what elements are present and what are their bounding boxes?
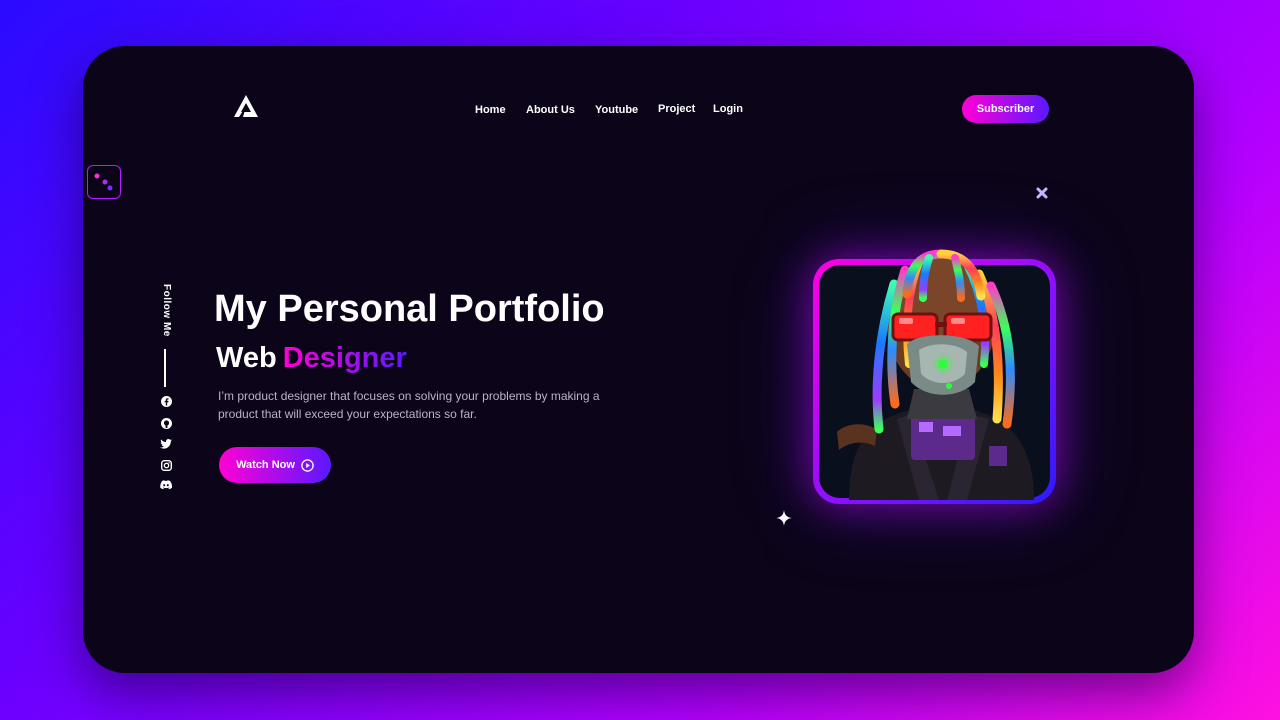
facebook-icon[interactable] <box>160 395 172 407</box>
nav-login[interactable]: Login <box>713 103 743 115</box>
filter-menu-button[interactable] <box>87 165 121 199</box>
close-x-icon <box>1036 187 1048 199</box>
watch-now-label: Watch Now <box>236 459 295 471</box>
watch-now-button[interactable]: Watch Now <box>219 447 331 483</box>
role-prefix: Web <box>216 342 277 374</box>
portfolio-card: Home About Us Youtube Project Login Subs… <box>83 46 1194 673</box>
nav-project[interactable]: Project <box>658 103 695 115</box>
sliders-icon <box>93 173 115 191</box>
subscribe-button[interactable]: Subscriber <box>962 95 1049 123</box>
hero-role: Web Designer <box>216 342 407 375</box>
play-circle-icon <box>301 458 314 472</box>
hero-description: I’m product designer that focuses on sol… <box>218 389 600 421</box>
role-highlight: Designer <box>282 342 407 374</box>
github-icon[interactable] <box>160 417 172 429</box>
nav-home[interactable]: Home <box>475 104 506 116</box>
follow-divider <box>164 349 166 387</box>
nav-youtube[interactable]: Youtube <box>595 104 638 116</box>
twitter-icon[interactable] <box>160 438 172 450</box>
hero-title: My Personal Portfolio <box>214 288 605 330</box>
follow-me-label: Follow Me <box>161 284 172 337</box>
instagram-icon[interactable] <box>160 459 172 471</box>
sparkle-icon <box>776 510 792 526</box>
logo-icon[interactable] <box>233 94 259 118</box>
discord-icon[interactable] <box>160 479 172 491</box>
avatar-illustration <box>837 249 1034 500</box>
nav-about-us[interactable]: About Us <box>526 104 575 116</box>
